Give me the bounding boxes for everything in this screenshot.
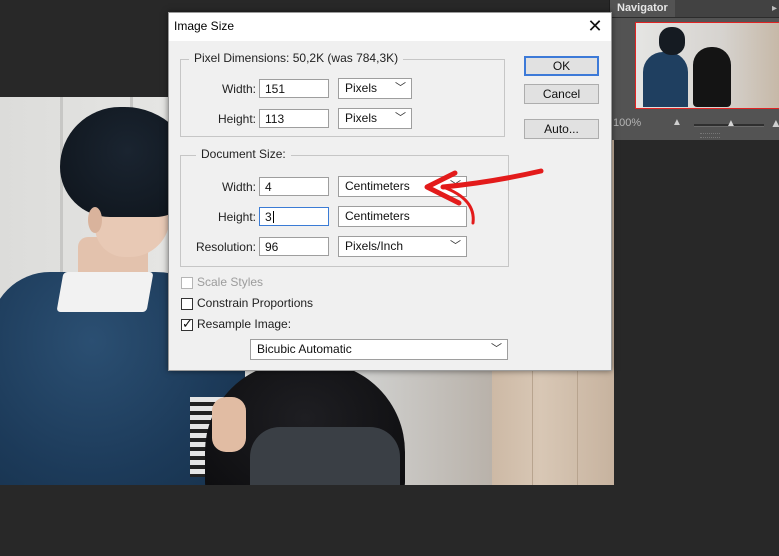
pixel-height-unit-select[interactable]: Pixels ﹀	[338, 108, 412, 129]
pixel-dimensions-label: Pixel Dimensions:	[194, 51, 290, 65]
resample-method-select[interactable]: Bicubic Automatic ﹀	[250, 339, 508, 360]
close-icon[interactable]: ✕	[585, 16, 605, 36]
navigator-zoom-row: 100% ▲ ▲ ▲	[610, 115, 779, 133]
scale-styles-checkbox[interactable]	[181, 277, 193, 289]
doc-height-label: Height:	[217, 210, 256, 224]
pixel-dimensions-header: Pixel Dimensions: 50,2K (was 784,3K)	[189, 51, 404, 65]
zoom-out-icon[interactable]: ▲	[672, 117, 682, 128]
zoom-in-icon[interactable]: ▲	[770, 116, 779, 130]
ok-button[interactable]: OK	[524, 56, 599, 76]
pixel-height-unit: Pixels	[345, 111, 378, 125]
boy-ear	[88, 207, 102, 233]
scale-styles-label: Scale Styles	[197, 275, 264, 289]
doc-height-unit: Centimeters	[345, 209, 410, 223]
doc-width-input[interactable]: 4	[259, 177, 329, 196]
resolution-unit: Pixels/Inch	[345, 239, 404, 253]
resample-image-checkbox[interactable]: ✓	[181, 316, 193, 331]
zoom-value[interactable]: 100%	[613, 117, 641, 129]
doc-height-value: 3	[265, 210, 272, 224]
resample-image-label: Resample Image:	[197, 317, 292, 331]
navigator-panel: Navigator ▸ 100% ▲ ▲ ▲	[609, 0, 779, 140]
dialog-title: Image Size	[174, 19, 235, 33]
chevron-down-icon: ﹀	[395, 82, 406, 94]
checkmark-icon: ✓	[182, 316, 193, 331]
panel-collapse-icon[interactable]: ▸	[772, 1, 777, 16]
pixel-width-label: Width:	[221, 82, 256, 96]
girl-jacket	[250, 427, 400, 485]
constrain-proportions-checkbox[interactable]	[181, 298, 193, 310]
image-size-dialog: Image Size ✕ Pixel Dimensions: 50,2K (wa…	[168, 12, 612, 371]
annotation-arrow	[424, 168, 544, 225]
cancel-button[interactable]: Cancel	[524, 84, 599, 104]
pixel-width-unit: Pixels	[345, 81, 378, 95]
auto-button[interactable]: Auto...	[524, 119, 599, 139]
pixel-dimensions-summary: 50,2K (was 784,3K)	[292, 51, 399, 65]
doc-width-label: Width:	[221, 180, 256, 194]
boy-shirt-collar	[56, 272, 154, 312]
hand	[212, 397, 246, 452]
chevron-down-icon: ﹀	[395, 112, 406, 124]
pixel-width-unit-select[interactable]: Pixels ﹀	[338, 78, 412, 99]
tab-navigator[interactable]: Navigator	[610, 0, 675, 17]
chevron-down-icon: ﹀	[491, 343, 502, 355]
text-caret	[272, 211, 274, 223]
constrain-proportions-label: Constrain Proportions	[197, 296, 314, 310]
dialog-titlebar[interactable]: Image Size ✕	[169, 13, 611, 41]
chevron-down-icon: ﹀	[450, 240, 461, 252]
pixel-height-label: Height:	[217, 112, 256, 126]
resample-method-value: Bicubic Automatic	[257, 342, 352, 356]
pixel-height-input[interactable]: 113	[259, 109, 329, 128]
pixel-width-input[interactable]: 151	[259, 79, 329, 98]
resolution-input[interactable]: 96	[259, 237, 329, 256]
resolution-unit-select[interactable]: Pixels/Inch ﹀	[338, 236, 467, 257]
resolution-label: Resolution:	[195, 240, 256, 254]
doc-height-input[interactable]: 3	[259, 207, 329, 226]
zoom-slider-thumb[interactable]: ▲	[726, 118, 736, 129]
navigator-tab-bar: Navigator ▸	[610, 0, 779, 18]
navigator-view-rectangle[interactable]	[635, 22, 779, 109]
doc-width-unit: Centimeters	[345, 179, 410, 193]
panel-resize-grip[interactable]	[700, 133, 720, 138]
document-size-label: Document Size:	[196, 147, 291, 161]
